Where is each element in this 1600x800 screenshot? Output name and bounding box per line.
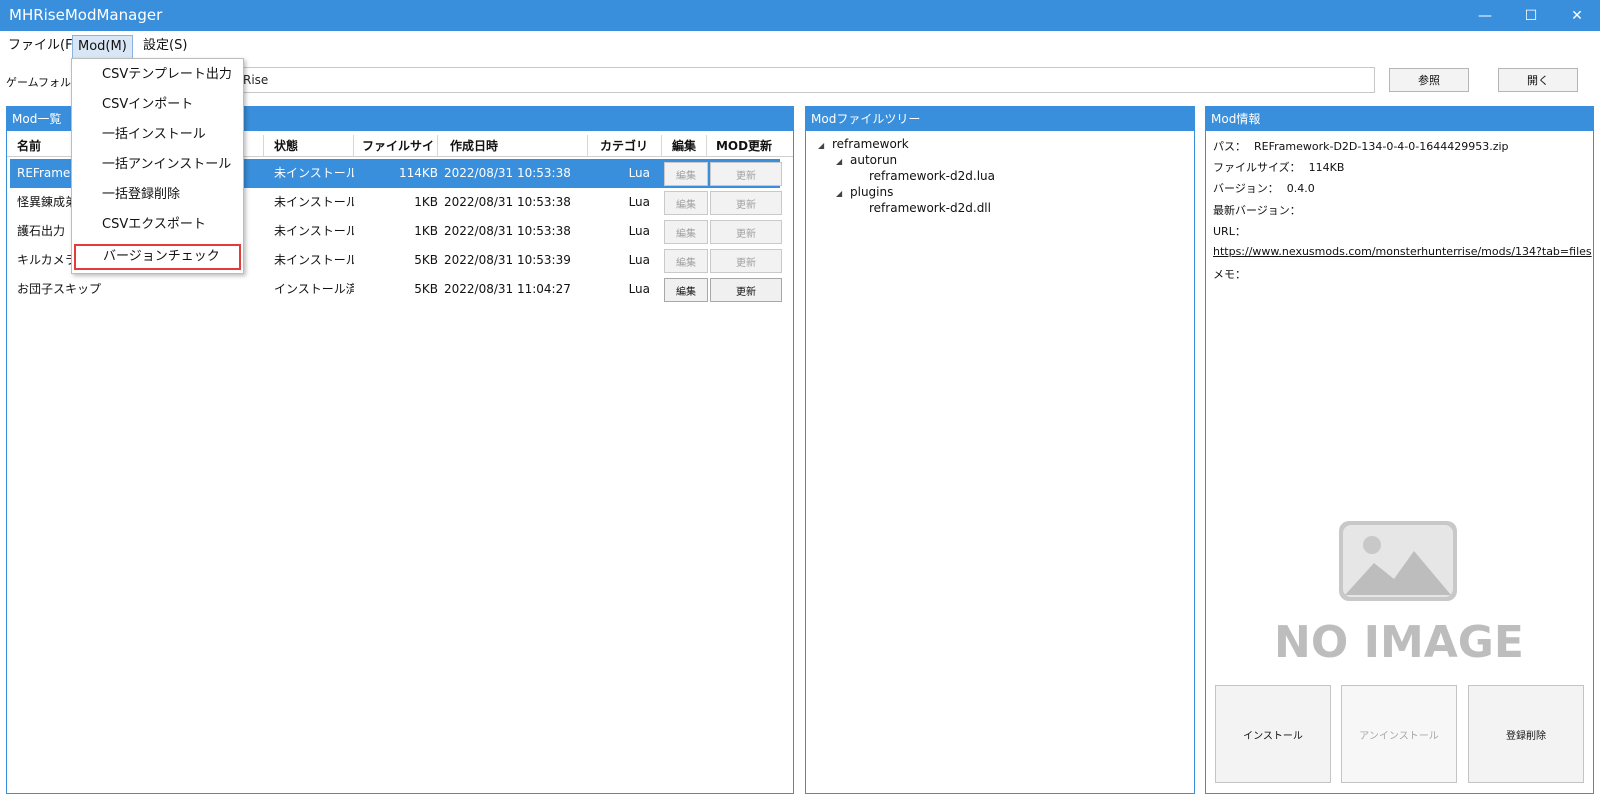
- no-image-text: NO IMAGE: [1274, 617, 1524, 667]
- mod-menu-dropdown: CSVテンプレート出力 CSVインポート 一括インストール 一括アンインストール…: [71, 58, 244, 274]
- menu-item-bulk-install[interactable]: 一括インストール: [72, 121, 243, 149]
- version-label: バージョン：: [1213, 182, 1279, 195]
- game-folder-input[interactable]: Rise: [72, 67, 1375, 93]
- open-button[interactable]: 開く: [1498, 68, 1578, 92]
- info-url: URL：: [1213, 224, 1246, 240]
- path-label: パス：: [1213, 140, 1246, 153]
- edit-button[interactable]: 編集: [664, 220, 708, 244]
- minimize-icon: —: [1478, 7, 1492, 24]
- row-name: お団子スキップ: [17, 282, 102, 296]
- url-label: URL：: [1213, 225, 1246, 238]
- row-status: インストール済: [274, 282, 354, 296]
- menu-item-bulk-delete[interactable]: 一括登録削除: [72, 181, 243, 209]
- tree-node-root[interactable]: ◢ reframework: [818, 136, 909, 152]
- update-button[interactable]: 更新: [710, 191, 782, 215]
- edit-button[interactable]: 編集: [664, 162, 708, 186]
- expand-triangle-icon[interactable]: ◢: [818, 138, 826, 154]
- tree-node-plugins[interactable]: ◢ plugins: [836, 184, 893, 200]
- column-category[interactable]: カテゴリ: [588, 135, 662, 157]
- tree-node-label: autorun: [850, 153, 898, 167]
- row-size: 5KB: [414, 282, 438, 296]
- column-update[interactable]: MOD更新: [707, 135, 781, 157]
- row-date: 2022/08/31 10:53:39: [444, 253, 571, 267]
- window-title: MHRiseModManager: [9, 6, 163, 24]
- info-memo: メモ：: [1213, 267, 1246, 283]
- row-category: Lua: [628, 224, 650, 238]
- info-size: ファイルサイズ： 114KB: [1213, 160, 1344, 176]
- close-button[interactable]: ✕: [1554, 0, 1600, 31]
- edit-button[interactable]: 編集: [664, 191, 708, 215]
- menu-item-version-check[interactable]: バージョンチェック: [74, 244, 241, 270]
- install-button[interactable]: インストール: [1215, 685, 1331, 783]
- uninstall-button[interactable]: アンインストール: [1341, 685, 1457, 783]
- tree-node-label: plugins: [850, 185, 894, 199]
- row-status: 未インストール: [274, 253, 354, 267]
- row-category: Lua: [628, 282, 650, 296]
- tree-node-label: reframework: [832, 137, 909, 151]
- memo-label: メモ：: [1213, 268, 1246, 281]
- expand-triangle-icon[interactable]: ◢: [836, 186, 844, 202]
- row-size: 5KB: [414, 253, 438, 267]
- mod-info-panel: Mod情報 パス： REFramework-D2D-134-0-4-0-16444…: [1205, 106, 1594, 794]
- delete-registration-button[interactable]: 登録削除: [1468, 685, 1584, 783]
- file-tree-panel: Modファイルツリー ◢ reframework ◢ autorun reframe…: [805, 106, 1195, 794]
- info-latest-version: 最新バージョン：: [1213, 203, 1301, 219]
- update-button[interactable]: 更新: [710, 162, 782, 186]
- menu-item-csv-import[interactable]: CSVインポート: [72, 91, 243, 119]
- minimize-button[interactable]: —: [1462, 0, 1508, 31]
- table-row[interactable]: お団子スキップ インストール済 5KB 2022/08/31 11:04:27 …: [10, 275, 782, 304]
- mod-url-link[interactable]: https://www.nexusmods.com/monsterhunterr…: [1213, 245, 1592, 258]
- expand-triangle-icon[interactable]: ◢: [836, 154, 844, 170]
- menu-mod[interactable]: Mod(M): [72, 35, 133, 59]
- row-status: 未インストール: [274, 166, 354, 180]
- size-label: ファイルサイズ：: [1213, 161, 1301, 174]
- row-date: 2022/08/31 10:53:38: [444, 166, 571, 180]
- latest-version-label: 最新バージョン：: [1213, 204, 1301, 217]
- update-button[interactable]: 更新: [710, 220, 782, 244]
- row-size: 114KB: [398, 166, 438, 180]
- tree-node-autorun[interactable]: ◢ autorun: [836, 152, 897, 168]
- path-value: REFramework-D2D-134-0-4-0-1644429953.zip: [1254, 140, 1509, 153]
- update-button[interactable]: 更新: [710, 278, 782, 302]
- mod-info-header: Mod情報: [1206, 107, 1593, 131]
- version-value: 0.4.0: [1286, 182, 1315, 195]
- row-category: Lua: [628, 195, 650, 209]
- row-date: 2022/08/31 11:04:27: [444, 282, 571, 296]
- column-status[interactable]: 状態: [264, 135, 354, 157]
- menu-settings[interactable]: 設定(S): [138, 35, 192, 59]
- close-icon: ✕: [1571, 7, 1583, 24]
- row-date: 2022/08/31 10:53:38: [444, 224, 571, 238]
- edit-button[interactable]: 編集: [664, 249, 708, 273]
- row-status: 未インストール: [274, 195, 354, 209]
- tree-node-file[interactable]: reframework-d2d.lua: [869, 168, 995, 184]
- info-version: バージョン： 0.4.0: [1213, 181, 1315, 197]
- column-date[interactable]: 作成日時: [438, 135, 588, 157]
- maximize-icon: ☐: [1524, 7, 1538, 24]
- menu-item-bulk-uninstall[interactable]: 一括アンインストール: [72, 151, 243, 179]
- tree-node-file[interactable]: reframework-d2d.dll: [869, 200, 991, 216]
- row-size: 1KB: [414, 224, 438, 238]
- edit-button[interactable]: 編集: [664, 278, 708, 302]
- menu-file[interactable]: ファイル(F): [3, 35, 83, 59]
- info-path: パス： REFramework-D2D-134-0-4-0-1644429953.…: [1213, 139, 1509, 155]
- row-status: 未インストール: [274, 224, 354, 238]
- row-size: 1KB: [414, 195, 438, 209]
- menu-bar: ファイル(F) Mod(M) 設定(S): [0, 31, 1600, 59]
- picture-icon: [1339, 521, 1457, 601]
- update-button[interactable]: 更新: [710, 249, 782, 273]
- row-category: Lua: [628, 166, 650, 180]
- browse-button[interactable]: 参照: [1389, 68, 1469, 92]
- no-image-placeholder: NO IMAGE: [1274, 521, 1524, 667]
- menu-item-csv-template[interactable]: CSVテンプレート出力: [72, 61, 243, 89]
- column-edit[interactable]: 編集: [662, 135, 707, 157]
- row-category: Lua: [628, 253, 650, 267]
- file-tree-header: Modファイルツリー: [806, 107, 1194, 131]
- column-size[interactable]: ファイルサイズ: [354, 135, 438, 175]
- row-date: 2022/08/31 10:53:38: [444, 195, 571, 209]
- title-bar: MHRiseModManager — ☐ ✕: [0, 0, 1600, 31]
- size-value: 114KB: [1308, 161, 1345, 174]
- menu-item-csv-export[interactable]: CSVエクスポート: [72, 211, 243, 239]
- maximize-button[interactable]: ☐: [1508, 0, 1554, 31]
